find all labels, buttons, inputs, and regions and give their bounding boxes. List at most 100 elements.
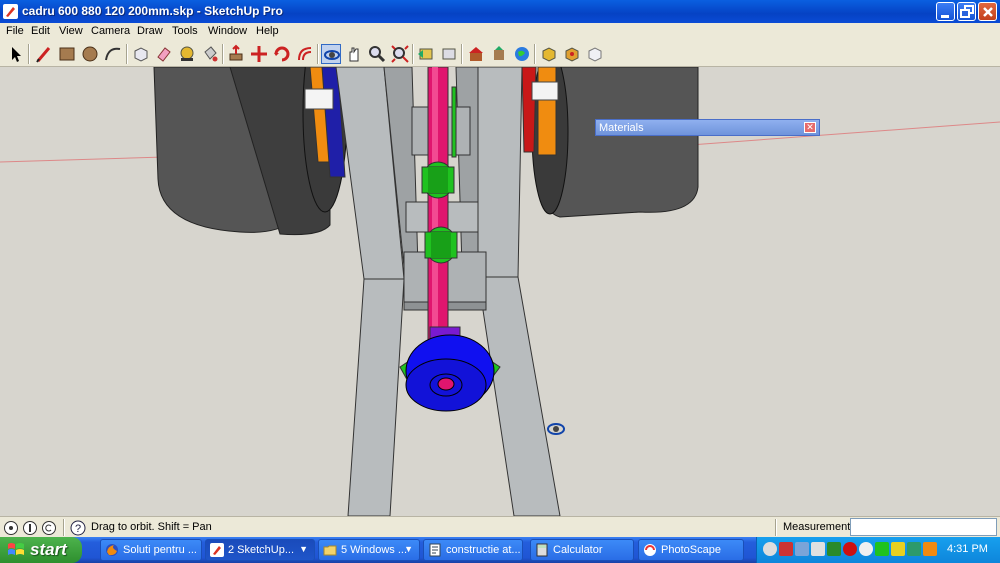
chevron-down-icon: ▼ <box>404 544 413 554</box>
rectangle-icon <box>59 47 75 61</box>
tray-sync-icon[interactable] <box>907 542 921 556</box>
select-icon <box>12 47 21 62</box>
tray-minus-icon[interactable] <box>763 542 777 556</box>
materials-close-button[interactable]: ✕ <box>804 122 816 133</box>
tray-update-icon[interactable] <box>891 542 905 556</box>
tray-alert-icon[interactable] <box>923 542 937 556</box>
toolbar-separator <box>317 44 319 64</box>
restore-icon <box>960 5 974 18</box>
menu-camera[interactable]: Camera <box>91 25 130 37</box>
circle-icon <box>82 46 98 62</box>
menu-bar: File Edit View Camera Draw Tools Window … <box>0 23 1000 41</box>
taskbar-item-firefox[interactable]: Soluti pentru ... <box>100 539 202 561</box>
menu-draw[interactable]: Draw <box>137 25 163 37</box>
credits-icon[interactable] <box>22 520 38 536</box>
component-tool[interactable] <box>539 44 559 64</box>
model-viewport[interactable]: Materials ✕ <box>0 67 1000 516</box>
taskbar-item-document[interactable]: constructie at... <box>423 539 523 561</box>
pan-tool[interactable] <box>344 44 364 64</box>
push-pull-tool[interactable] <box>226 44 246 64</box>
restore-button[interactable] <box>957 2 976 21</box>
status-separator <box>775 519 777 536</box>
menu-view[interactable]: View <box>59 25 83 37</box>
menu-file[interactable]: File <box>6 25 24 37</box>
taskbar-item-windows[interactable]: 5 Windows ... ▼ <box>318 539 420 561</box>
tape-measure-tool[interactable] <box>177 44 197 64</box>
move-icon <box>251 46 267 62</box>
taskbar-item-photoscape[interactable]: PhotoScape <box>638 539 744 561</box>
folder-icon <box>323 545 337 556</box>
zoom-extents-tool[interactable] <box>390 44 410 64</box>
toolbar-separator <box>412 44 414 64</box>
help-icon[interactable]: ? <box>70 520 86 536</box>
tape-measure-icon <box>180 46 194 61</box>
component-icon <box>542 47 556 62</box>
status-bar: ? Drag to orbit. Shift = Pan Measurement… <box>0 516 1000 537</box>
arc-tool[interactable] <box>103 44 123 64</box>
offset-tool[interactable] <box>295 44 315 64</box>
task-label: Calculator <box>553 544 603 556</box>
tray-security-icon[interactable] <box>843 542 857 556</box>
select-tool[interactable] <box>6 44 26 64</box>
geolocation-icon[interactable] <box>3 520 19 536</box>
left-wheel <box>153 67 348 236</box>
minimize-button[interactable] <box>936 2 955 21</box>
copyright-icon[interactable] <box>41 520 57 536</box>
firefox-icon <box>106 544 118 556</box>
move-tool[interactable] <box>249 44 269 64</box>
system-tray: 4:31 PM <box>756 537 1000 563</box>
calculator-icon <box>536 543 548 557</box>
menu-help[interactable]: Help <box>256 25 279 37</box>
send-layout-tool[interactable] <box>585 44 605 64</box>
taskbar-item-calculator[interactable]: Calculator <box>530 539 634 561</box>
svg-text:?: ? <box>75 523 81 535</box>
line-icon <box>36 47 51 63</box>
extension-tool[interactable] <box>562 44 582 64</box>
windows-logo-icon <box>8 543 24 555</box>
tray-clock-icon[interactable] <box>859 542 873 556</box>
next-view-tool[interactable] <box>439 44 459 64</box>
next-view-icon <box>442 48 456 60</box>
materials-panel[interactable]: Materials ✕ <box>595 119 820 136</box>
share-model-tool[interactable] <box>489 44 509 64</box>
rotate-icon <box>274 46 290 62</box>
start-button[interactable]: start <box>0 537 82 563</box>
menu-tools[interactable]: Tools <box>172 25 198 37</box>
measurements-field[interactable] <box>850 518 997 536</box>
google-earth-tool[interactable] <box>512 44 532 64</box>
close-icon <box>983 7 993 17</box>
taskbar-item-sketchup[interactable]: 2 SketchUp... ▼ <box>205 539 315 561</box>
rectangle-tool[interactable] <box>57 44 77 64</box>
tray-network-icon[interactable] <box>795 542 809 556</box>
window-title: cadru 600 880 120 200mm.skp - SketchUp P… <box>22 4 283 18</box>
bearing-lower <box>424 226 458 264</box>
close-button[interactable] <box>978 2 997 21</box>
eraser-tool[interactable] <box>154 44 174 64</box>
clock[interactable]: 4:31 PM <box>947 543 988 555</box>
pan-icon <box>349 47 359 62</box>
tray-volume-icon[interactable] <box>811 542 825 556</box>
rotate-tool[interactable] <box>272 44 292 64</box>
extension-icon <box>565 47 579 62</box>
line-tool[interactable] <box>34 44 54 64</box>
make-component-tool[interactable] <box>131 44 151 64</box>
paint-bucket-tool[interactable] <box>200 44 220 64</box>
circle-tool[interactable] <box>80 44 100 64</box>
task-label: 5 Windows ... <box>341 544 408 556</box>
tray-shield-icon[interactable] <box>875 542 889 556</box>
bearing-upper <box>421 161 455 199</box>
orbit-tool[interactable] <box>321 44 341 64</box>
toolbar <box>0 41 1000 67</box>
arc-icon <box>105 47 121 61</box>
pulley <box>399 334 501 412</box>
menu-window[interactable]: Window <box>208 25 247 37</box>
push-pull-icon <box>229 44 243 61</box>
menu-edit[interactable]: Edit <box>31 25 50 37</box>
tray-antivirus-icon[interactable] <box>827 542 841 556</box>
offset-icon <box>298 47 312 61</box>
minimize-icon <box>941 15 949 18</box>
previous-view-tool[interactable] <box>416 44 436 64</box>
tray-app-icon[interactable] <box>779 542 793 556</box>
zoom-tool[interactable] <box>367 44 387 64</box>
warehouse-tool[interactable] <box>466 44 486 64</box>
